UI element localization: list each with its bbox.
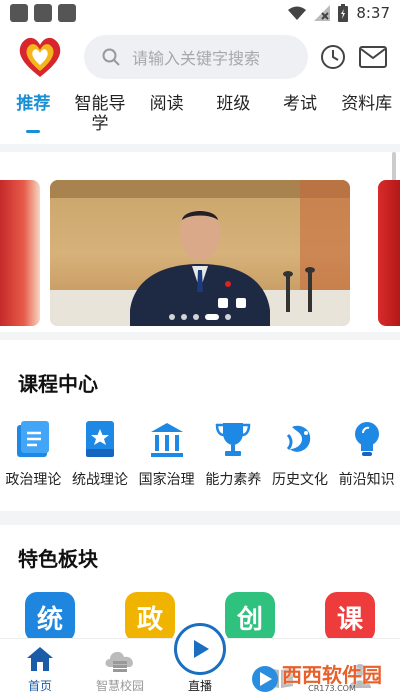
watermark: 西西软件园 CR173.COM: [250, 664, 382, 694]
section-title-course-center: 课程中心: [18, 372, 98, 396]
trophy-icon: [216, 423, 251, 456]
featured-innovation[interactable]: 创: [225, 592, 275, 642]
no-signal-icon: [314, 5, 331, 21]
nav-live[interactable]: 直播: [160, 623, 240, 700]
tab-reading[interactable]: 阅读: [133, 94, 200, 114]
live-button[interactable]: [174, 623, 226, 675]
featured-courses[interactable]: 课: [325, 592, 375, 642]
search-icon: [102, 48, 120, 66]
battery-icon: [338, 4, 349, 22]
course-label: 历史文化: [272, 472, 329, 488]
tab-class[interactable]: 班级: [200, 94, 267, 114]
course-frontier[interactable]: 前沿知识: [333, 419, 400, 489]
nav-label: 直播: [187, 679, 212, 693]
nav-label: 智慧校园: [95, 679, 144, 693]
book-list-icon: [17, 421, 50, 457]
divider: [0, 144, 400, 152]
notification-icon: [58, 4, 76, 22]
category-tabs: 推荐 智能导 学 阅读 班级 考试 资料库: [0, 88, 400, 144]
cloud-books-icon: [105, 651, 133, 672]
notification-icon: [34, 4, 52, 22]
nav-smart-campus[interactable]: 智慧校园: [80, 639, 160, 700]
bottom-navigation: 首页 智慧校园 直播 西西软件园 CR173.COM: [0, 623, 400, 700]
star-book-icon: [86, 421, 114, 457]
carousel-dot[interactable]: [169, 314, 175, 320]
mail-icon: [359, 46, 387, 68]
nav-home[interactable]: 首页: [0, 639, 80, 700]
tab-smart-guide[interactable]: 智能导 学: [67, 94, 134, 134]
course-united-front[interactable]: 统战理论: [67, 419, 134, 489]
course-grid: 政治理论 统战理论 国家治理 能力素养 历史文化 前沿知识: [0, 419, 400, 489]
home-icon: [27, 647, 53, 671]
featured-united-front[interactable]: 统: [25, 592, 75, 642]
messages-button[interactable]: [358, 42, 388, 72]
dragon-icon: [286, 425, 311, 452]
nav-label: 首页: [27, 679, 52, 693]
bank-building-icon: [150, 423, 183, 457]
tab-recommend[interactable]: 推荐: [0, 94, 67, 114]
carousel-dot[interactable]: [193, 314, 199, 320]
course-label: 统战理论: [72, 472, 128, 488]
section-title-featured: 特色板块: [18, 547, 98, 571]
divider: [0, 332, 400, 340]
course-governance[interactable]: 国家治理: [133, 419, 200, 489]
watermark-text: 西西软件园: [282, 663, 382, 687]
status-bar: 8:37: [0, 0, 400, 26]
carousel-dot[interactable]: [181, 314, 187, 320]
wifi-icon: [288, 6, 307, 20]
search-placeholder: 请输入关键字搜索: [132, 49, 261, 68]
course-label: 前沿知识: [338, 472, 395, 488]
section-divider: [0, 511, 400, 525]
carousel-dots: [50, 314, 350, 320]
clock: 8:37: [356, 4, 390, 22]
course-label: 政治理论: [5, 472, 62, 488]
tab-library[interactable]: 资料库: [333, 94, 400, 114]
course-politics[interactable]: 政治理论: [0, 419, 67, 489]
app-header: 请输入关键字搜索: [0, 26, 400, 88]
history-button[interactable]: [318, 42, 348, 72]
carousel-dot[interactable]: [225, 314, 231, 320]
notification-icons: [10, 4, 76, 22]
course-label: 国家治理: [138, 472, 195, 488]
active-tab-indicator: [26, 130, 40, 133]
notification-icon: [10, 4, 28, 22]
lightbulb-icon: [354, 422, 379, 456]
banner-next-slide[interactable]: [378, 180, 400, 326]
banner-carousel[interactable]: [0, 152, 400, 332]
watermark-subtext: CR173.COM: [308, 684, 356, 693]
carousel-dot[interactable]: [205, 314, 219, 320]
course-competency[interactable]: 能力素养: [200, 419, 267, 489]
app-logo-icon: [19, 37, 61, 77]
banner-image: [50, 180, 350, 326]
banner-slide[interactable]: [50, 180, 350, 326]
search-bar[interactable]: 请输入关键字搜索: [84, 35, 308, 79]
tab-exam[interactable]: 考试: [267, 94, 334, 114]
banner-prev-slide[interactable]: [0, 180, 40, 326]
play-icon: [194, 640, 209, 658]
clock-icon: [321, 45, 345, 69]
watermark-logo-icon: [252, 666, 278, 692]
featured-politics[interactable]: 政: [125, 592, 175, 642]
course-label: 能力素养: [205, 472, 262, 488]
course-history[interactable]: 历史文化: [267, 419, 334, 489]
